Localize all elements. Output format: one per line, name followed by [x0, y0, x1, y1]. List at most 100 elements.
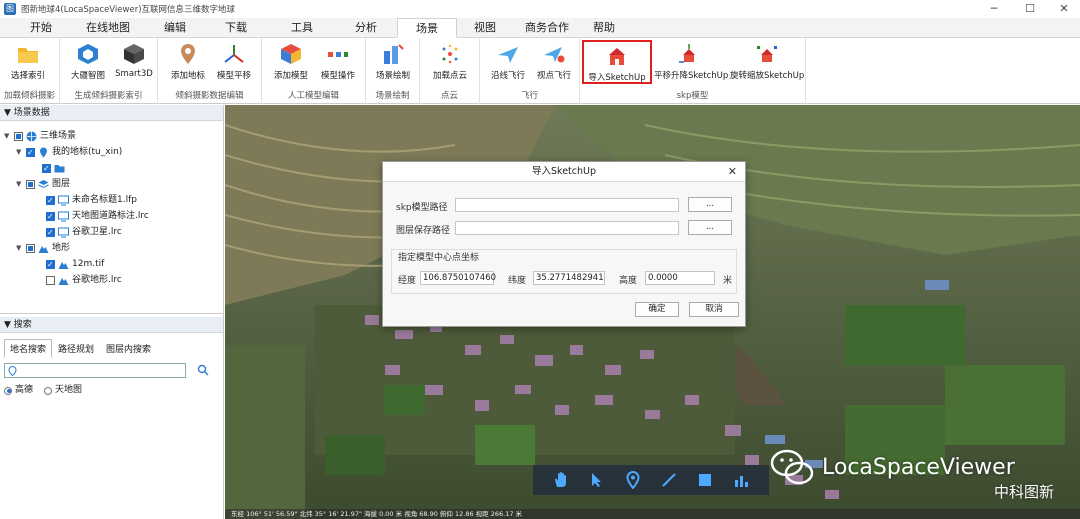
tab-scene[interactable]: 场景: [397, 18, 457, 38]
tree-root[interactable]: ▼ 三维场景: [4, 129, 76, 144]
radio-tianditu[interactable]: [44, 386, 52, 395]
close-button[interactable]: ✕: [1046, 0, 1080, 18]
import-sketchup-dialog: 导入SketchUp ✕ skp模型路径 ... 图层保存路径 ... 指定模型…: [382, 161, 746, 327]
tab-tools[interactable]: 工具: [269, 18, 335, 38]
ribbon-group-skp: 导入SketchUp 平移升降SketchUp 旋转缩放SketchUp skp…: [580, 38, 806, 104]
divider: [0, 313, 223, 314]
rotate-scale-sketchup-button[interactable]: 旋转缩放SketchUp: [730, 40, 804, 86]
line-flight-button[interactable]: 沿线飞行: [484, 40, 532, 86]
tree-terrain-item[interactable]: 12m.tif: [46, 257, 104, 272]
building-draw-icon: [384, 44, 404, 64]
tree-layers[interactable]: ▼ 图层: [16, 177, 70, 192]
tree-checkbox[interactable]: [46, 209, 55, 224]
minimize-button[interactable]: ─: [976, 0, 1012, 18]
skp-path-input[interactable]: [455, 198, 679, 212]
viewpoint-flight-button[interactable]: 视点飞行: [530, 40, 578, 86]
height-input[interactable]: 0.0000: [645, 271, 715, 285]
center-group-label: 指定模型中心点坐标: [396, 250, 482, 263]
menu-bar: 开始 在线地图 编辑 下载 工具 分析 场景 视图 商务合作 帮助: [0, 18, 1080, 38]
layers-icon: [38, 180, 49, 189]
skp-path-browse-button[interactable]: ...: [688, 197, 732, 212]
cancel-button[interactable]: 取消: [689, 302, 739, 317]
tab-online-map[interactable]: 在线地图: [69, 18, 147, 38]
viewpoint-plane-icon: [544, 47, 565, 63]
tree-layer-item[interactable]: 谷歌卫星.lrc: [46, 225, 122, 240]
search-icon[interactable]: [197, 364, 209, 376]
tab-view[interactable]: 视图: [457, 18, 513, 38]
chart-tool[interactable]: [731, 470, 751, 490]
colored-cube-icon: [281, 44, 301, 64]
search-header[interactable]: ▼ 搜索: [0, 317, 223, 333]
add-placemark-button[interactable]: 添加地标: [164, 40, 212, 86]
tab-help[interactable]: 帮助: [581, 18, 627, 38]
dji-terra-button[interactable]: 大疆智图: [64, 40, 112, 86]
ribbon-group-oblique-edit: 添加地标 模型平移 倾斜摄影数据编辑: [158, 38, 262, 104]
collapse-triangle-icon[interactable]: ▼: [16, 177, 24, 192]
tab-layer-search[interactable]: 图层内搜索: [100, 339, 157, 358]
cursor-arrow-icon: [592, 473, 601, 487]
scene-data-header[interactable]: ▼ 场景数据: [0, 105, 223, 121]
ok-button[interactable]: 确定: [635, 302, 679, 317]
tab-place-search[interactable]: 地名搜索: [4, 339, 53, 358]
save-path-browse-button[interactable]: ...: [688, 220, 732, 235]
tree-folder[interactable]: [42, 161, 68, 176]
ribbon-group-manual-model: 添加模型 模型操作 人工模型编辑: [262, 38, 366, 104]
line-tool[interactable]: [659, 470, 679, 490]
longitude-input[interactable]: 106.8750107460: [420, 271, 496, 285]
tree-checkbox[interactable]: [42, 161, 51, 176]
model-operation-button[interactable]: 模型操作: [314, 40, 362, 86]
tree-checkbox[interactable]: [26, 145, 35, 160]
tab-start[interactable]: 开始: [0, 18, 69, 38]
select-pointer-tool[interactable]: [587, 470, 607, 490]
select-index-button[interactable]: 选择索引: [4, 40, 52, 86]
ribbon-group-point-cloud: 加载点云 点云: [420, 38, 480, 104]
tree-my-places[interactable]: ▼ 我的地标(tu_xin): [16, 145, 122, 160]
tab-analysis[interactable]: 分析: [335, 18, 397, 38]
tree-checkbox[interactable]: [46, 225, 55, 240]
scene-draw-button[interactable]: 场景绘制: [369, 40, 417, 86]
tab-edit[interactable]: 编辑: [147, 18, 203, 38]
source-tianditu[interactable]: 天地图: [44, 383, 82, 398]
skp-path-label: skp模型路径: [396, 203, 448, 213]
monitor-icon: [58, 195, 69, 206]
pan-hand-tool[interactable]: [551, 470, 571, 490]
search-input[interactable]: [4, 363, 186, 378]
tree-terrain[interactable]: ▼ 地形: [16, 241, 70, 256]
tree-checkbox[interactable]: [14, 132, 23, 141]
tree-checkbox[interactable]: [26, 244, 35, 253]
polygon-tool[interactable]: [695, 470, 715, 490]
placemark-tool[interactable]: [623, 470, 643, 490]
translate-lift-sketchup-button[interactable]: 平移升降SketchUp: [654, 40, 728, 86]
collapse-triangle-icon[interactable]: ▼: [16, 241, 24, 256]
save-path-input[interactable]: [455, 221, 679, 235]
load-point-cloud-button[interactable]: 加载点云: [426, 40, 474, 86]
collapse-triangle-icon[interactable]: ▼: [4, 129, 12, 144]
tree-layer-item[interactable]: 未命名标题1.lfp: [46, 193, 137, 208]
tab-download[interactable]: 下载: [203, 18, 269, 38]
collapse-triangle-icon[interactable]: ▼: [16, 145, 24, 160]
line-icon: [662, 473, 676, 487]
import-sketchup-button[interactable]: 导入SketchUp: [582, 40, 652, 84]
tree-checkbox[interactable]: [46, 193, 55, 208]
tree-layer-item[interactable]: 天地图道路标注.lrc: [46, 209, 149, 224]
tab-business[interactable]: 商务合作: [513, 18, 581, 38]
maximize-button[interactable]: ☐: [1012, 0, 1048, 18]
latitude-input[interactable]: 35.2771482941: [533, 271, 605, 285]
tree-terrain-item[interactable]: 谷歌地形.lrc: [46, 273, 122, 288]
sketchup-import-icon: [609, 48, 625, 65]
dialog-close-icon[interactable]: ✕: [728, 162, 737, 182]
hexagon-icon: [78, 44, 98, 64]
rotate-sketchup-icon: [757, 46, 777, 62]
tree-checkbox[interactable]: [46, 276, 55, 285]
tree-checkbox[interactable]: [46, 257, 55, 272]
ribbon: 选择索引 加载倾斜摄影 大疆智图 Smart3D 生成倾斜摄影索引 添加地标 模…: [0, 38, 1080, 104]
smart3d-button[interactable]: Smart3D: [110, 40, 158, 86]
model-translate-button[interactable]: 模型平移: [210, 40, 258, 86]
source-gaode[interactable]: 高德: [4, 383, 33, 398]
location-pin-icon: [8, 366, 17, 376]
radio-gaode[interactable]: [4, 386, 12, 395]
tree-checkbox[interactable]: [26, 180, 35, 189]
tab-route-planning[interactable]: 路径规划: [52, 339, 100, 358]
add-model-button[interactable]: 添加模型: [267, 40, 315, 86]
title-bar: 图 图新地球4(LocaSpaceViewer)互联网信息三维数字地球 ─ ☐ …: [0, 0, 1080, 18]
